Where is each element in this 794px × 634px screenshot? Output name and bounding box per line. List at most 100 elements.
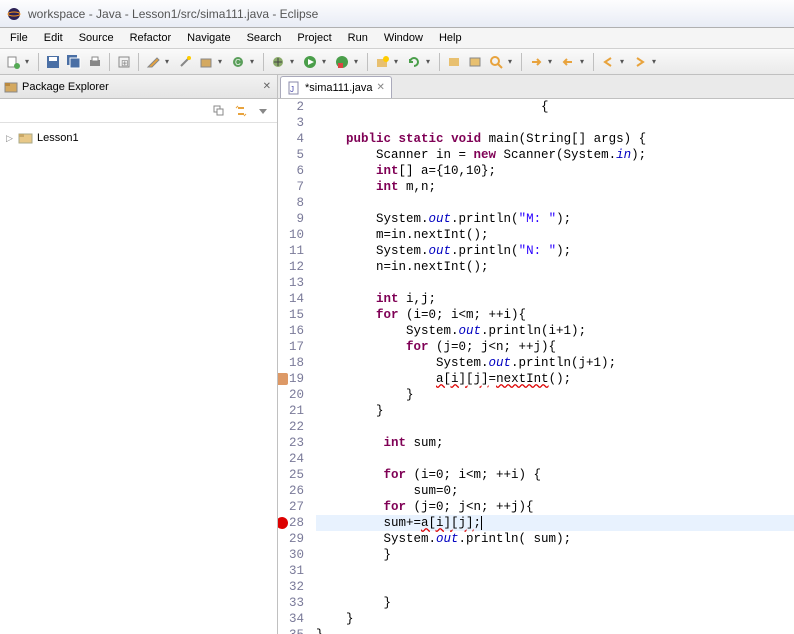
close-tab-icon[interactable]: ✕ — [376, 82, 384, 93]
code-line[interactable] — [316, 195, 794, 211]
code-line[interactable] — [316, 451, 794, 467]
code-line[interactable] — [316, 419, 794, 435]
code-line[interactable]: } — [316, 387, 794, 403]
dropdown-icon[interactable]: ▾ — [394, 57, 402, 66]
save-button[interactable] — [44, 53, 62, 71]
class-button[interactable]: C — [229, 53, 247, 71]
line-number: 22 — [278, 419, 304, 435]
link-editor-icon[interactable] — [233, 103, 249, 119]
dropdown-icon[interactable]: ▾ — [165, 57, 173, 66]
code-line[interactable]: sum=0; — [316, 483, 794, 499]
close-view-icon[interactable]: ✕ — [261, 81, 273, 92]
dropdown-icon[interactable]: ▾ — [508, 57, 516, 66]
dropdown-icon[interactable]: ▾ — [290, 57, 298, 66]
code-line[interactable] — [316, 115, 794, 131]
code-line[interactable]: for (i=0; i<m; ++i){ — [316, 307, 794, 323]
code-line[interactable]: m=in.nextInt(); — [316, 227, 794, 243]
dropdown-icon[interactable]: ▾ — [25, 57, 33, 66]
dropdown-icon[interactable]: ▾ — [426, 57, 434, 66]
code-line[interactable]: int m,n; — [316, 179, 794, 195]
code-line[interactable]: for (j=0; j<n; ++j){ — [316, 339, 794, 355]
dropdown-icon[interactable]: ▾ — [580, 57, 588, 66]
debug-button[interactable] — [269, 53, 287, 71]
build-button[interactable]: ⊞ — [115, 53, 133, 71]
project-node[interactable]: ▷ Lesson1 — [6, 129, 271, 147]
code-line[interactable]: } — [316, 403, 794, 419]
code-editor[interactable]: 2345678910111213141516171819202122232425… — [278, 99, 794, 634]
open-task-button[interactable] — [466, 53, 484, 71]
view-header: Package Explorer ✕ — [0, 75, 277, 99]
dropdown-icon[interactable]: ▾ — [250, 57, 258, 66]
expand-icon[interactable]: ▷ — [6, 133, 18, 144]
search-button[interactable] — [487, 53, 505, 71]
menu-help[interactable]: Help — [431, 30, 470, 46]
line-number: 9 — [278, 211, 304, 227]
new-button[interactable] — [4, 53, 22, 71]
code-line[interactable]: public static void main(String[] args) { — [316, 131, 794, 147]
save-all-button[interactable] — [65, 53, 83, 71]
code-line[interactable] — [316, 563, 794, 579]
code-line[interactable]: sum+=a[i][j]; — [316, 515, 794, 531]
code-line[interactable]: System.out.println(j+1); — [316, 355, 794, 371]
dropdown-icon[interactable]: ▾ — [548, 57, 556, 66]
editor-tab[interactable]: J *sima111.java ✕ — [280, 76, 392, 98]
menu-file[interactable]: File — [2, 30, 36, 46]
code-line[interactable]: for (j=0; j<n; ++j){ — [316, 499, 794, 515]
next-annotation-button[interactable] — [527, 53, 545, 71]
code-line[interactable]: { — [316, 99, 794, 115]
package-button[interactable] — [197, 53, 215, 71]
run-last-button[interactable] — [333, 53, 351, 71]
dropdown-icon[interactable]: ▾ — [218, 57, 226, 66]
code-line[interactable]: n=in.nextInt(); — [316, 259, 794, 275]
code-line[interactable]: System.out.println("M: "); — [316, 211, 794, 227]
run-button[interactable] — [301, 53, 319, 71]
dropdown-icon[interactable]: ▾ — [322, 57, 330, 66]
code-line[interactable]: } — [316, 627, 794, 634]
forward-button[interactable] — [631, 53, 649, 71]
menu-window[interactable]: Window — [376, 30, 431, 46]
code-line[interactable]: int sum; — [316, 435, 794, 451]
svg-text:J: J — [290, 85, 294, 94]
line-number: 10 — [278, 227, 304, 243]
menu-project[interactable]: Project — [289, 30, 339, 46]
wand-button[interactable] — [176, 53, 194, 71]
line-number: 18 — [278, 355, 304, 371]
dropdown-icon[interactable]: ▾ — [652, 57, 660, 66]
code-line[interactable]: Scanner in = new Scanner(System.in); — [316, 147, 794, 163]
code-line[interactable] — [316, 579, 794, 595]
code-line[interactable]: a[i][j]=nextInt(); — [316, 371, 794, 387]
back-button[interactable] — [599, 53, 617, 71]
project-tree[interactable]: ▷ Lesson1 — [0, 123, 277, 153]
prev-annotation-button[interactable] — [559, 53, 577, 71]
code-line[interactable]: System.out.println("N: "); — [316, 243, 794, 259]
code-line[interactable]: for (i=0; i<m; ++i) { — [316, 467, 794, 483]
edit-button[interactable] — [144, 53, 162, 71]
print-button[interactable] — [86, 53, 104, 71]
project-label: Lesson1 — [37, 132, 79, 144]
new-project-button[interactable] — [373, 53, 391, 71]
menu-source[interactable]: Source — [71, 30, 122, 46]
code-line[interactable]: int[] a={10,10}; — [316, 163, 794, 179]
menu-run[interactable]: Run — [340, 30, 376, 46]
code-line[interactable]: } — [316, 611, 794, 627]
menu-navigate[interactable]: Navigate — [179, 30, 238, 46]
menu-refactor[interactable]: Refactor — [122, 30, 180, 46]
eclipse-icon — [6, 6, 22, 22]
code-line[interactable]: System.out.println(i+1); — [316, 323, 794, 339]
code-line[interactable] — [316, 275, 794, 291]
collapse-all-icon[interactable] — [211, 103, 227, 119]
refresh-button[interactable] — [405, 53, 423, 71]
dropdown-icon[interactable]: ▾ — [354, 57, 362, 66]
menu-search[interactable]: Search — [239, 30, 290, 46]
code-content[interactable]: { public static void main(String[] args)… — [310, 99, 794, 634]
line-number: 13 — [278, 275, 304, 291]
menu-edit[interactable]: Edit — [36, 30, 71, 46]
dropdown-icon[interactable]: ▾ — [620, 57, 628, 66]
code-line[interactable]: int i,j; — [316, 291, 794, 307]
code-line[interactable]: } — [316, 595, 794, 611]
code-line[interactable]: } — [316, 547, 794, 563]
toolbar: ▾ ⊞ ▾ ▾ C▾ ▾ ▾ ▾ ▾ ▾ ▾ ▾ ▾ ▾ ▾ — [0, 49, 794, 75]
code-line[interactable]: System.out.println( sum); — [316, 531, 794, 547]
open-type-button[interactable] — [445, 53, 463, 71]
view-menu-icon[interactable] — [255, 103, 271, 119]
